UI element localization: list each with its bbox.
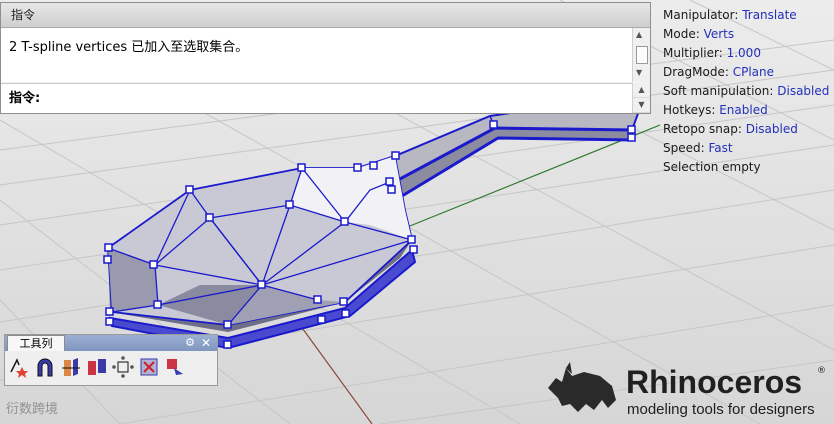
watermark: 衍数跨境	[6, 402, 59, 417]
command-prompt[interactable]: 指令:	[1, 83, 632, 113]
spin-up-icon[interactable]: ▲	[633, 83, 650, 98]
command-history: 2 T-spline vertices 已加入至选取集合。	[1, 28, 632, 82]
scroll-down-icon[interactable]: ▼	[636, 68, 642, 78]
command-window: 指令 2 T-spline vertices 已加入至选取集合。 ▲ ▼ 指令:…	[0, 2, 651, 114]
rhino-icon	[548, 362, 616, 412]
command-history-scrollbar[interactable]: ▲ ▼	[632, 28, 650, 82]
hud-row-manipulator: Manipulator: Translate	[663, 8, 797, 22]
logo-registered-mark: ®	[817, 366, 826, 376]
magnet-tool-icon[interactable]	[33, 355, 57, 379]
command-prompt-spinner[interactable]: ▲ ▼	[632, 83, 650, 113]
tspline-hud: Manipulator: Translate Mode: Verts Multi…	[663, 6, 829, 177]
hud-row-dragmode: DragMode: CPlane	[663, 65, 775, 79]
hud-row-selection: Selection empty	[663, 160, 761, 174]
command-window-title[interactable]: 指令	[1, 3, 650, 28]
transform-tool-icon[interactable]	[7, 355, 31, 379]
weld-tool-icon[interactable]	[111, 355, 135, 379]
toolbar-tab[interactable]: 工具列	[7, 335, 65, 351]
delete-tool-icon[interactable]	[137, 355, 161, 379]
scroll-thumb[interactable]	[636, 46, 648, 64]
extrude-tool-icon[interactable]	[59, 355, 83, 379]
hud-row-speed: Speed: Fast	[663, 141, 733, 155]
command-prompt-label: 指令:	[9, 91, 41, 106]
rhinoceros-logo: Rhinoceros ® modeling tools for designer…	[542, 360, 832, 420]
hud-row-retopo-snap: Retopo snap: Disabled	[663, 122, 798, 136]
logo-tagline: modeling tools for designers	[627, 401, 815, 418]
scroll-up-icon[interactable]: ▲	[636, 30, 642, 40]
spin-down-icon[interactable]: ▼	[633, 98, 650, 113]
hud-row-soft-manipulation: Soft manipulation: Disabled	[663, 84, 830, 98]
bridge-tool-icon[interactable]	[85, 355, 109, 379]
hud-row-hotkeys: Hotkeys: Enabled	[663, 103, 768, 117]
hud-row-multiplier: Multiplier: 1.000	[663, 46, 761, 60]
logo-name: Rhinoceros	[626, 364, 803, 400]
command-history-line: 2 T-spline vertices 已加入至选取集合。	[9, 40, 249, 55]
toolbar-tools	[7, 355, 187, 379]
close-icon[interactable]: ✕	[201, 336, 211, 350]
retopo-tool-icon[interactable]	[163, 355, 187, 379]
gear-icon[interactable]: ⚙	[185, 336, 195, 350]
floating-toolbar: 工具列 ⚙ ✕	[4, 334, 218, 386]
hud-row-mode: Mode: Verts	[663, 27, 735, 41]
